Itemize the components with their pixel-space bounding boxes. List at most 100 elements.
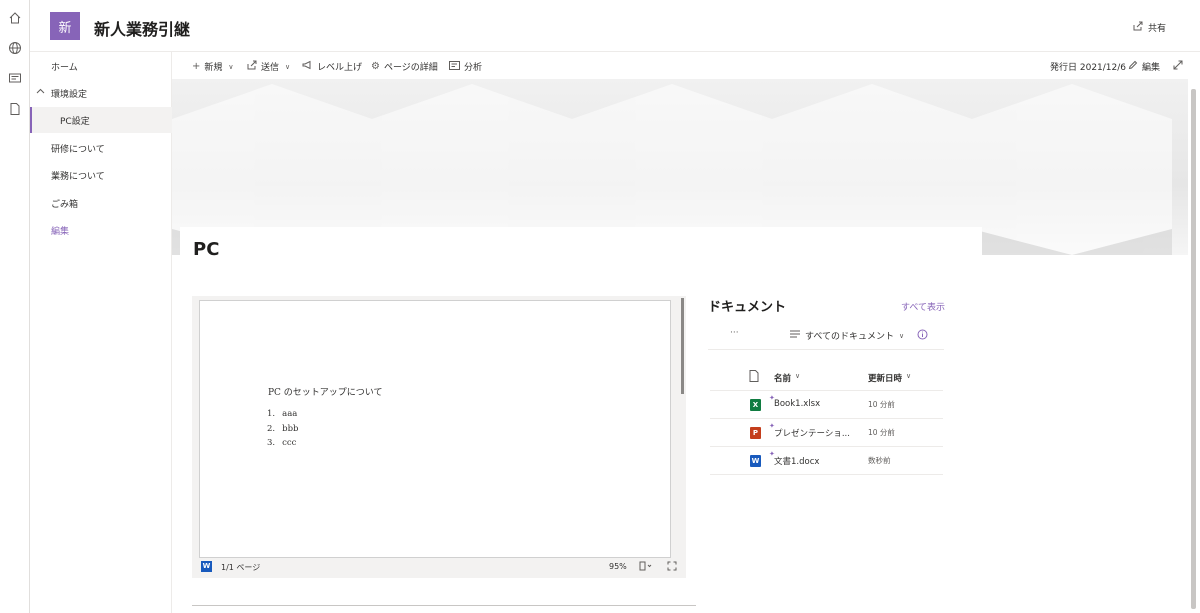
name-column-header[interactable]: 名前 ∨: [774, 372, 800, 384]
file-name[interactable]: 文書1.docx: [774, 455, 819, 467]
nav-item-environment[interactable]: 環境設定: [30, 80, 172, 106]
scrollbar-thumb[interactable]: [1191, 89, 1196, 609]
list-text: ccc: [282, 438, 297, 448]
command-bar: + 新規 ∨ 送信 ∨ レベル上げ ⚙ ページの詳細 分析 発行日 2021/1…: [172, 52, 1200, 79]
document-page[interactable]: PC のセットアップについて 1. aaa 2. bbb 3. ccc: [199, 300, 671, 558]
news-icon[interactable]: [8, 70, 22, 84]
modified-column-label: 更新日時: [868, 374, 903, 384]
file-modified: 数秒前: [868, 456, 891, 465]
expand-button[interactable]: [1173, 60, 1183, 73]
nav-item-home[interactable]: ホーム: [30, 53, 172, 79]
analytics-button[interactable]: 分析: [449, 60, 482, 73]
globe-icon[interactable]: [8, 40, 22, 54]
file-modified: 10 分前: [868, 428, 895, 437]
documents-toolbar: ··· すべてのドキュメント ∨: [708, 324, 944, 350]
nav-item-label: 研修について: [51, 144, 105, 155]
table-row[interactable]: P ✦ プレゼンテーショ... 10 分前: [710, 419, 943, 447]
chevron-down-icon: ∨: [899, 331, 905, 340]
nav-edit-link[interactable]: 編集: [30, 217, 172, 243]
published-label: 発行日 2021/12/6: [1050, 63, 1127, 73]
site-header: 新 新人業務引継 共有: [30, 0, 1200, 52]
more-options-button[interactable]: ···: [730, 328, 739, 338]
info-icon[interactable]: [917, 329, 928, 343]
send-icon: [247, 60, 257, 73]
edit-button[interactable]: 編集: [1128, 60, 1160, 73]
site-title[interactable]: 新人業務引継: [94, 16, 190, 40]
viewer-scrollbar[interactable]: [681, 298, 684, 394]
new-button[interactable]: + 新規 ∨: [192, 60, 234, 73]
page-indicator: 1/1 ページ: [221, 563, 261, 572]
fullscreen-icon[interactable]: [667, 561, 677, 573]
word-file-icon: W: [750, 455, 761, 467]
list-item: 2. bbb: [267, 424, 298, 439]
powerpoint-file-icon: P: [750, 427, 761, 439]
send-button[interactable]: 送信 ∨: [247, 60, 290, 73]
file-name[interactable]: プレゼンテーショ...: [774, 427, 850, 439]
edit-label: 編集: [1142, 63, 1161, 73]
page-details-button[interactable]: ⚙ ページの詳細: [371, 60, 438, 73]
page-title: PC: [193, 239, 220, 260]
file-name[interactable]: Book1.xlsx: [774, 399, 820, 409]
list-item: 1. aaa: [267, 409, 298, 424]
table-row[interactable]: W ✦ 文書1.docx 数秒前: [710, 447, 943, 475]
promote-label: レベル上げ: [317, 63, 363, 73]
analytics-label: 分析: [464, 63, 483, 73]
megaphone-icon: [302, 60, 313, 73]
nav-item-pc-settings[interactable]: PC設定: [30, 107, 172, 133]
site-logo[interactable]: 新: [50, 12, 80, 40]
nav-item-label: 編集: [51, 226, 70, 237]
published-date: 発行日 2021/12/6: [1050, 60, 1126, 73]
expand-icon: [1173, 60, 1183, 73]
chevron-down-icon: ∨: [228, 62, 234, 71]
document-list-header: 名前 ∨ 更新日時 ∨: [710, 364, 943, 391]
documents-title: ドキュメント: [708, 300, 787, 315]
nav-item-label: ホーム: [51, 62, 78, 73]
new-label: 新規: [204, 63, 223, 73]
chevron-up-icon[interactable]: [36, 87, 45, 99]
view-label: すべてのドキュメント: [805, 332, 895, 342]
nav-item-label: 環境設定: [51, 89, 88, 100]
list-number: 3.: [267, 438, 276, 448]
page-details-label: ページの詳細: [383, 63, 438, 73]
nav-item-recycle-bin[interactable]: ごみ箱: [30, 190, 172, 216]
nav-item-label: 業務について: [51, 171, 105, 182]
chevron-down-icon: ∨: [285, 62, 291, 71]
gear-icon: ⚙: [371, 61, 380, 72]
word-icon: W: [201, 561, 212, 572]
list-item: 3. ccc: [267, 438, 298, 453]
viewer-footer: W 1/1 ページ 95%: [192, 559, 686, 578]
share-button[interactable]: 共有: [1133, 21, 1166, 34]
chevron-down-icon: ∨: [795, 372, 801, 380]
file-modified: 10 分前: [868, 400, 895, 409]
nav-item-label: PC設定: [60, 116, 90, 127]
table-row[interactable]: X ✦ Book1.xlsx 10 分前: [710, 391, 943, 419]
nav-item-work[interactable]: 業務について: [30, 162, 172, 188]
view-selector[interactable]: すべてのドキュメント ∨: [790, 329, 904, 342]
excel-file-icon: X: [750, 399, 761, 411]
chevron-down-icon: ∨: [906, 372, 912, 380]
view-mode-icon[interactable]: [639, 561, 653, 573]
nav-item-label: ごみ箱: [51, 199, 79, 210]
page-icon[interactable]: [8, 101, 22, 115]
share-icon: [1133, 21, 1143, 34]
list-number: 2.: [267, 423, 276, 434]
pencil-icon: [1128, 60, 1138, 73]
share-label: 共有: [1147, 24, 1166, 34]
list-view-icon: [790, 330, 800, 341]
list-text: aaa: [282, 409, 298, 419]
home-icon[interactable]: [8, 10, 22, 24]
document-heading: PC のセットアップについて: [268, 388, 383, 398]
zoom-level[interactable]: 95%: [609, 562, 627, 571]
page-scrollbar[interactable]: [1189, 79, 1200, 613]
file-type-icon[interactable]: [749, 370, 759, 385]
document-list: 1. aaa 2. bbb 3. ccc: [267, 409, 298, 453]
modified-column-header[interactable]: 更新日時 ∨: [868, 372, 911, 384]
nav-item-training[interactable]: 研修について: [30, 135, 172, 161]
see-all-link[interactable]: すべて表示: [901, 300, 945, 313]
list-number: 1.: [267, 409, 276, 419]
list-text: bbb: [282, 423, 299, 434]
section-divider: [192, 605, 696, 606]
page-title-area: PC: [180, 227, 982, 275]
promote-button[interactable]: レベル上げ: [302, 60, 362, 73]
name-column-label: 名前: [774, 374, 792, 384]
